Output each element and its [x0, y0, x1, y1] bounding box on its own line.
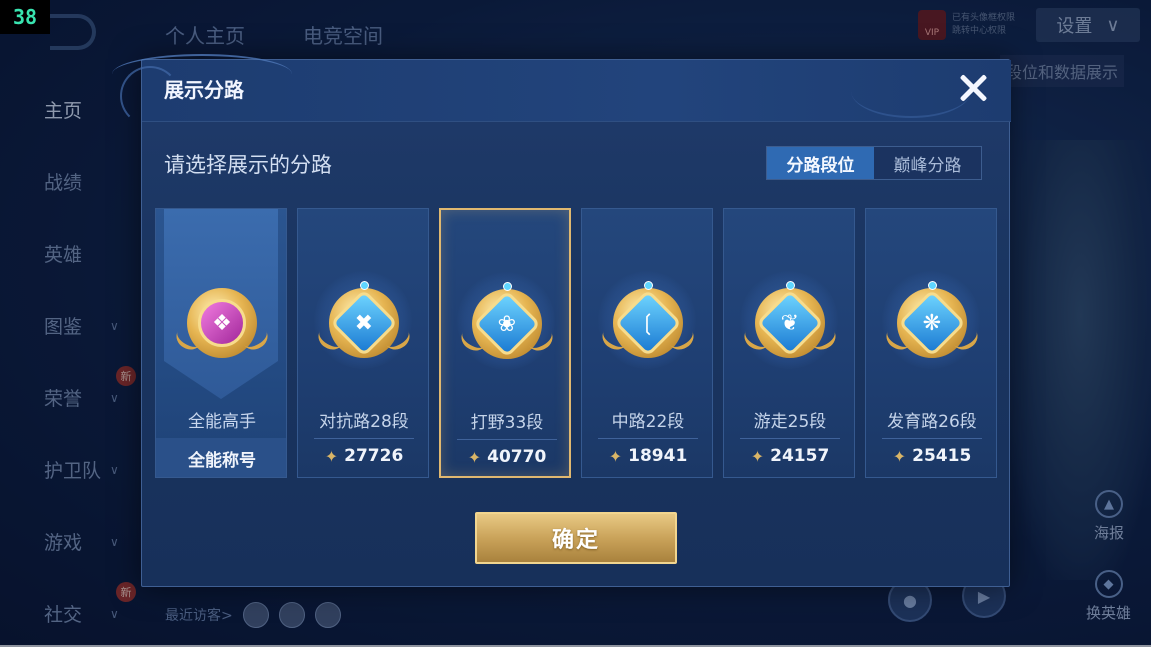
lane-mode-toggle: 分路段位 巅峰分路 — [766, 146, 982, 180]
decorative-swirl — [851, 64, 971, 118]
card-name: 中路22段 — [611, 412, 685, 432]
card-name: 游走25段 — [753, 412, 827, 432]
card-stat: ✦ 25415 — [892, 446, 972, 466]
lane-card-roam[interactable]: ❦ 游走25段 ✦ 24157 — [723, 208, 855, 478]
rank-star-icon: ✦ — [750, 446, 765, 466]
rank-star-icon: ✦ — [892, 446, 907, 466]
lane-card-list: ❖ 全能高手 全能称号 ✖ 对抗路28段 ✦ 27726 ❀ 打野33段 ✦ 4… — [155, 208, 999, 478]
card-stat: ✦ 24157 — [750, 446, 830, 466]
card-name: 打野33段 — [470, 413, 544, 433]
lane-card-all-round[interactable]: ❖ 全能高手 全能称号 — [155, 208, 287, 478]
card-stat: ✦ 40770 — [467, 447, 547, 467]
toggle-lane-rank[interactable]: 分路段位 — [767, 147, 874, 179]
lane-display-modal: 展示分路 请选择展示的分路 分路段位 巅峰分路 ❖ 全能高手 全能称号 ✖ 对抗… — [112, 54, 1011, 587]
lane-card-clash[interactable]: ✖ 对抗路28段 ✦ 27726 — [297, 208, 429, 478]
lane-card-farm[interactable]: ❋ 发育路26段 ✦ 25415 — [865, 208, 997, 478]
card-stat: ✦ 27726 — [324, 446, 404, 466]
card-name: 发育路26段 — [887, 412, 977, 432]
fps-counter: 38 — [0, 0, 50, 34]
lane-card-mid[interactable]: ❲ 中路22段 ✦ 18941 — [581, 208, 713, 478]
toggle-peak-lane[interactable]: 巅峰分路 — [874, 147, 981, 179]
select-prompt: 请选择展示的分路 — [164, 153, 332, 177]
card-stat: 全能称号 — [188, 451, 256, 471]
close-icon[interactable] — [955, 70, 991, 106]
rank-star-icon: ✦ — [324, 446, 339, 466]
modal-title: 展示分路 — [164, 78, 244, 102]
rank-star-icon: ✦ — [608, 446, 623, 466]
card-name: 对抗路28段 — [319, 412, 409, 432]
confirm-button[interactable]: 确定 — [475, 512, 677, 564]
card-stat: ✦ 18941 — [608, 446, 688, 466]
modal-header: 展示分路 — [112, 54, 1011, 126]
lane-card-jungle[interactable]: ❀ 打野33段 ✦ 40770 — [439, 208, 571, 478]
rank-star-icon: ✦ — [467, 447, 482, 467]
card-name: 全能高手 — [188, 412, 256, 432]
